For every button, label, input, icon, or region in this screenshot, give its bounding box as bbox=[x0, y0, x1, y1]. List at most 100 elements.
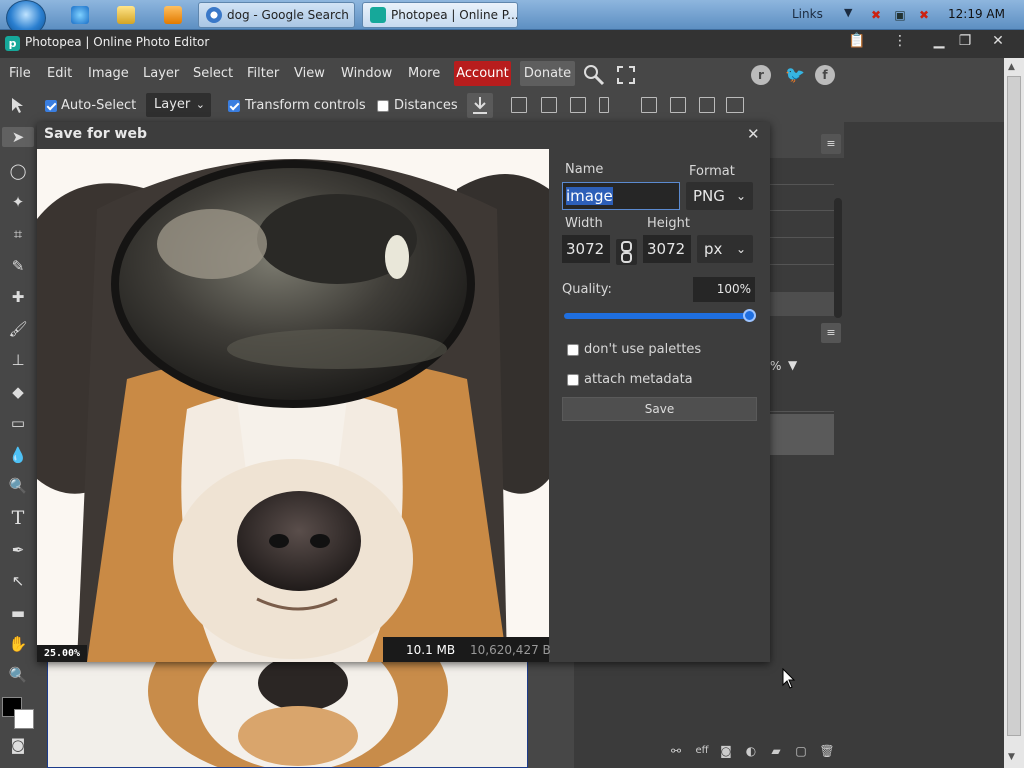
clipboard-icon[interactable]: 📋 bbox=[846, 33, 868, 49]
account-button[interactable]: Account bbox=[454, 61, 511, 86]
quality-value[interactable]: 100% bbox=[693, 277, 755, 302]
distribute-v-icon[interactable] bbox=[726, 97, 744, 113]
align-right-icon[interactable] bbox=[570, 97, 586, 113]
facebook-icon[interactable]: f bbox=[815, 65, 835, 85]
menu-file[interactable]: File bbox=[9, 66, 31, 81]
dropdown-triangle-icon[interactable]: ▼ bbox=[788, 358, 797, 372]
eyedropper-tool-icon[interactable]: ✎ bbox=[8, 256, 28, 276]
system-clock[interactable]: 12:19 AM bbox=[948, 7, 1005, 21]
brush-tool-icon[interactable]: 🖌 bbox=[8, 319, 28, 339]
menu-edit[interactable]: Edit bbox=[47, 66, 72, 81]
text-tool-icon[interactable]: T bbox=[8, 508, 28, 528]
name-input[interactable]: image bbox=[562, 182, 680, 210]
chevron-down-icon[interactable]: ▼ bbox=[844, 6, 852, 19]
donate-button[interactable]: Donate bbox=[520, 61, 575, 86]
taskbar-tab-google-search[interactable]: dog - Google Search ... bbox=[198, 2, 355, 28]
panel-menu-icon[interactable]: ≡ bbox=[821, 323, 841, 343]
path-select-tool-icon[interactable]: ↖ bbox=[8, 571, 28, 591]
menu-layer[interactable]: Layer bbox=[143, 66, 179, 81]
auto-select-checkbox[interactable] bbox=[45, 100, 57, 112]
scroll-down-icon[interactable]: ▼ bbox=[1008, 752, 1015, 762]
panel-menu-icon[interactable]: ≡ bbox=[821, 134, 841, 154]
photopea-logo-icon: p bbox=[5, 36, 20, 51]
crop-tool-icon[interactable]: ⌗ bbox=[8, 224, 28, 244]
zoom-tool-icon[interactable]: 🔍 bbox=[8, 665, 28, 685]
background-color-swatch[interactable] bbox=[14, 709, 34, 729]
distribute-h-icon[interactable] bbox=[599, 97, 609, 113]
internet-explorer-icon[interactable] bbox=[71, 6, 89, 24]
dont-use-palettes-checkbox[interactable] bbox=[567, 344, 579, 356]
fullscreen-icon[interactable] bbox=[617, 66, 635, 84]
download-align-button[interactable] bbox=[467, 93, 493, 118]
stamp-tool-icon[interactable]: ⊥ bbox=[8, 350, 28, 370]
move-tool-button[interactable]: ➤ bbox=[2, 127, 34, 147]
more-vertical-icon[interactable]: ⋮ bbox=[889, 33, 911, 49]
new-layer-icon[interactable]: ▢ bbox=[793, 744, 809, 758]
restore-button[interactable]: ❐ bbox=[954, 33, 976, 49]
scroll-up-icon[interactable]: ▲ bbox=[1008, 62, 1015, 72]
layer-mask-icon[interactable]: ◙ bbox=[718, 744, 734, 758]
menu-more[interactable]: More bbox=[408, 66, 440, 81]
distances-label: Distances bbox=[394, 98, 458, 113]
width-input[interactable]: 3072 bbox=[562, 235, 610, 263]
media-player-icon[interactable] bbox=[164, 6, 182, 24]
links-toolbar[interactable]: Links bbox=[792, 7, 823, 21]
align-center-h-icon[interactable] bbox=[541, 97, 557, 113]
layer-effects-icon[interactable]: eff bbox=[694, 744, 710, 758]
unit-select-value: px bbox=[704, 240, 723, 258]
align-bottom-icon[interactable] bbox=[699, 97, 715, 113]
attach-metadata-checkbox[interactable] bbox=[567, 374, 579, 386]
twitter-icon[interactable]: 🐦 bbox=[785, 65, 805, 85]
close-window-button[interactable]: ✕ bbox=[987, 33, 1009, 49]
dog-image-canvas bbox=[48, 661, 527, 767]
link-layers-icon[interactable]: ⚯ bbox=[668, 744, 684, 758]
scrollbar-thumb[interactable] bbox=[1007, 76, 1021, 736]
menu-window[interactable]: Window bbox=[341, 66, 392, 81]
panel-row-selected[interactable] bbox=[770, 292, 834, 316]
pen-tool-icon[interactable]: ✒ bbox=[8, 540, 28, 560]
new-group-icon[interactable]: ▰ bbox=[768, 744, 784, 758]
image-preview[interactable] bbox=[37, 149, 549, 662]
volume-muted-icon[interactable]: ✖ bbox=[916, 7, 932, 23]
minimize-button[interactable]: ▁ bbox=[928, 33, 950, 49]
panel-scrollbar[interactable] bbox=[834, 198, 842, 318]
align-top-icon[interactable] bbox=[641, 97, 657, 113]
distances-checkbox[interactable] bbox=[377, 100, 389, 112]
quality-slider[interactable] bbox=[564, 313, 756, 319]
align-left-icon[interactable] bbox=[511, 97, 527, 113]
menu-image[interactable]: Image bbox=[88, 66, 129, 81]
blur-tool-icon[interactable]: 💧 bbox=[8, 445, 28, 465]
height-input[interactable]: 3072 bbox=[643, 235, 691, 263]
quality-slider-thumb[interactable] bbox=[743, 309, 756, 322]
marquee-tool-icon[interactable]: ◯ bbox=[8, 161, 28, 181]
shape-tool-icon[interactable]: ▬ bbox=[8, 603, 28, 623]
save-button[interactable]: Save bbox=[562, 397, 757, 421]
adjustment-layer-icon[interactable]: ◐ bbox=[743, 744, 759, 758]
constrain-proportions-button[interactable] bbox=[616, 239, 637, 265]
transform-controls-checkbox[interactable] bbox=[228, 100, 240, 112]
reddit-icon[interactable]: r bbox=[751, 65, 771, 85]
network-error-icon[interactable]: ✖ bbox=[868, 7, 884, 23]
close-icon[interactable]: ✕ bbox=[747, 125, 760, 143]
align-middle-v-icon[interactable] bbox=[670, 97, 686, 113]
menu-filter[interactable]: Filter bbox=[247, 66, 279, 81]
healing-tool-icon[interactable]: ✚ bbox=[8, 287, 28, 307]
hand-tool-icon[interactable]: ✋ bbox=[8, 634, 28, 654]
unit-select[interactable]: px ⌄ bbox=[697, 235, 753, 263]
taskbar-tab-photopea[interactable]: Photopea | Online P... bbox=[362, 2, 518, 28]
dodge-tool-icon[interactable]: 🔍 bbox=[8, 476, 28, 496]
magic-wand-tool-icon[interactable]: ✦ bbox=[8, 192, 28, 212]
display-icon[interactable]: ▣ bbox=[892, 7, 908, 23]
layer-row[interactable] bbox=[770, 414, 834, 455]
eraser-tool-icon[interactable]: ◆ bbox=[8, 382, 28, 402]
search-icon[interactable] bbox=[583, 64, 605, 86]
gradient-tool-icon[interactable]: ▭ bbox=[8, 413, 28, 433]
layer-group-select[interactable]: Layer ⌄ bbox=[146, 93, 211, 117]
file-explorer-icon[interactable] bbox=[117, 6, 135, 24]
quick-mask-icon[interactable]: ◙ bbox=[8, 735, 28, 755]
menu-view[interactable]: View bbox=[294, 66, 325, 81]
document-canvas[interactable] bbox=[47, 660, 528, 768]
format-select[interactable]: PNG ⌄ bbox=[686, 182, 753, 210]
menu-select[interactable]: Select bbox=[193, 66, 233, 81]
delete-layer-icon[interactable]: 🗑 bbox=[819, 744, 835, 758]
